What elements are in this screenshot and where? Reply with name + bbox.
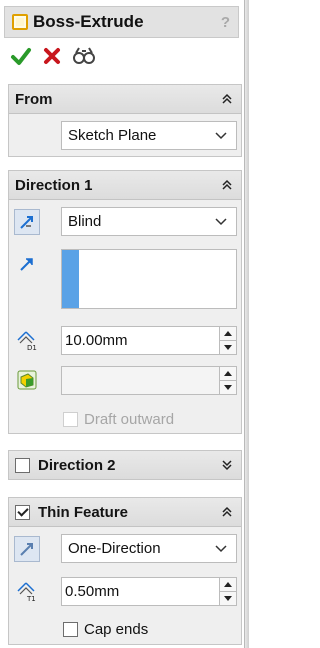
draft-toggle-button[interactable] — [14, 367, 40, 393]
direction-selection-box[interactable] — [61, 249, 237, 309]
collapse-chevron-icon[interactable] — [221, 93, 233, 105]
selection-active-indicator — [62, 250, 79, 308]
help-icon[interactable]: ? — [221, 14, 230, 31]
thin-type-value: One-Direction — [68, 540, 161, 557]
collapse-chevron-icon[interactable] — [221, 506, 233, 518]
thickness-t1-icon: T1 — [17, 582, 36, 602]
direction2-title: Direction 2 — [38, 456, 116, 474]
from-title: From — [15, 90, 53, 108]
thickness-value: 0.50mm — [65, 583, 120, 600]
draft-spinner — [219, 367, 236, 394]
cancel-x-icon[interactable] — [42, 46, 62, 66]
direction1-group-header[interactable]: Direction 1 — [9, 171, 241, 200]
chevron-down-icon — [215, 131, 227, 139]
thin-feature-checkbox[interactable] — [15, 504, 30, 520]
thin-reverse-direction-button[interactable] — [14, 536, 40, 562]
from-group-header[interactable]: From — [9, 85, 241, 114]
reverse-direction-button[interactable] — [14, 209, 40, 235]
cap-ends-checkbox[interactable] — [63, 622, 78, 637]
end-condition-select[interactable]: Blind — [61, 207, 237, 236]
spinner-down[interactable] — [220, 592, 236, 605]
feature-title: Boss-Extrude — [33, 12, 144, 31]
from-group: From Sketch Plane — [8, 84, 242, 157]
draft-outward-label: Draft outward — [84, 411, 175, 428]
end-condition-value: Blind — [68, 213, 102, 230]
svg-text:D1: D1 — [27, 344, 37, 351]
depth-d1-icon: D1 — [17, 331, 37, 351]
depth-value: 10.00mm — [65, 332, 128, 349]
cap-ends-label: Cap ends — [84, 621, 149, 638]
start-condition-select[interactable]: Sketch Plane — [61, 121, 237, 150]
spinner-up[interactable] — [220, 578, 236, 592]
draft-outward-checkbox — [63, 412, 78, 427]
thin-feature-group: Thin Feature One-Direction T1 0.50mm Cap… — [8, 497, 242, 645]
direction-arrow-icon — [20, 258, 33, 271]
direction2-group-header[interactable]: Direction 2 — [9, 451, 241, 479]
spinner-down — [220, 381, 236, 394]
reverse-direction-icon — [20, 543, 33, 556]
ok-check-icon[interactable] — [10, 45, 32, 67]
feature-title-bar: Boss-Extrude ? — [4, 6, 239, 38]
direction2-group[interactable]: Direction 2 — [8, 450, 242, 480]
collapse-chevron-icon[interactable] — [221, 179, 233, 191]
thin-type-select[interactable]: One-Direction — [61, 534, 237, 563]
thin-feature-title: Thin Feature — [38, 503, 129, 521]
draft-angle-input — [61, 366, 237, 395]
start-condition-value: Sketch Plane — [68, 127, 157, 144]
spinner-up[interactable] — [220, 327, 236, 341]
direction2-checkbox[interactable] — [15, 457, 30, 473]
thickness-input[interactable]: 0.50mm — [61, 577, 237, 606]
chevron-down-icon — [215, 544, 227, 552]
thickness-spinner[interactable] — [219, 578, 236, 605]
spinner-down[interactable] — [220, 341, 236, 354]
draft-on-off-icon — [17, 370, 37, 390]
thin-feature-group-header[interactable]: Thin Feature — [9, 498, 241, 527]
detailed-preview-icon[interactable] — [72, 45, 96, 67]
depth-spinner[interactable] — [219, 327, 236, 354]
svg-text:T1: T1 — [26, 595, 36, 602]
direction1-group: Direction 1 Blind D1 10.00mm Draft outwa… — [8, 170, 242, 434]
property-manager-scrollbar[interactable] — [244, 0, 249, 648]
expand-chevron-icon[interactable] — [221, 459, 233, 471]
depth-icon-holder: D1 — [14, 327, 40, 353]
thickness-icon-holder: T1 — [14, 578, 40, 604]
direction1-title: Direction 1 — [15, 176, 93, 194]
depth-input[interactable]: 10.00mm — [61, 326, 237, 355]
direction-of-extrusion-icon-holder — [14, 251, 40, 277]
action-row — [10, 44, 96, 68]
reverse-direction-icon — [20, 216, 33, 229]
spinner-up — [220, 367, 236, 381]
chevron-down-icon — [215, 217, 227, 225]
boss-extrude-icon — [12, 14, 28, 30]
